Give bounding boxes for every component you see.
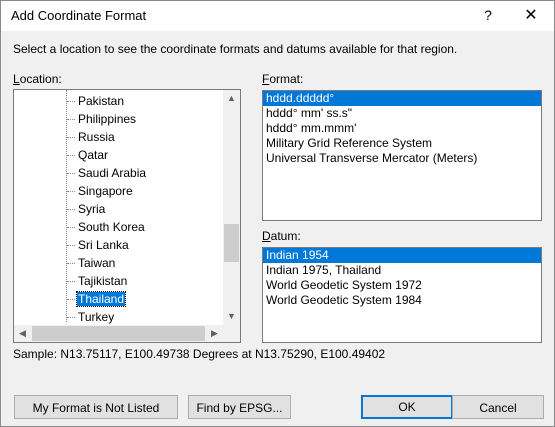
vertical-scroll-thumb[interactable] (224, 224, 239, 262)
location-tree-item[interactable]: Saudi Arabia (14, 164, 223, 182)
location-tree-item-label: Pakistan (78, 94, 125, 108)
tree-branch-line (67, 137, 75, 138)
location-tree-item-label: Syria (78, 202, 106, 216)
tree-branch-line (67, 245, 75, 246)
datum-list-item[interactable]: Indian 1975, Thailand (263, 263, 541, 278)
title-bar: Add Coordinate Format ? ✕ (1, 1, 554, 31)
location-tree-item[interactable]: Singapore (14, 182, 223, 200)
location-vertical-scrollbar[interactable]: ▲ ▼ (223, 90, 240, 325)
tree-branch-line (67, 155, 75, 156)
location-tree-item[interactable]: Tajikistan (14, 272, 223, 290)
tree-branch-line (67, 263, 75, 264)
location-tree-item-label: Saudi Arabia (78, 166, 147, 180)
tree-branch-line (67, 173, 75, 174)
location-tree-item-label: Taiwan (78, 256, 116, 270)
location-tree-item[interactable]: Turkey (14, 308, 223, 326)
tree-branch-line (67, 281, 75, 282)
datum-list-item[interactable]: World Geodetic System 1972 (263, 278, 541, 293)
dialog-title: Add Coordinate Format (11, 8, 147, 23)
location-horizontal-scrollbar[interactable]: ◀ ▶ (14, 325, 223, 342)
add-coordinate-format-dialog: Add Coordinate Format ? ✕ Select a locat… (0, 0, 555, 427)
location-tree-item[interactable]: Qatar (14, 146, 223, 164)
scroll-right-arrow-icon[interactable]: ▶ (206, 325, 223, 342)
location-tree-item-label: South Korea (78, 220, 145, 234)
tree-branch-line (67, 299, 75, 300)
close-button[interactable]: ✕ (511, 1, 551, 31)
tree-branch-line (67, 227, 75, 228)
location-tree[interactable]: Pakistan Philippines Russia Qatar Saudi Arab… (13, 89, 241, 343)
location-tree-item-label: Sri Lanka (78, 238, 129, 252)
location-tree-item-label: Russia (78, 130, 115, 144)
find-by-epsg-button[interactable]: Find by EPSG... (188, 395, 291, 419)
tree-branch-line (67, 209, 75, 210)
location-tree-item-label: Thailand (75, 291, 127, 307)
scroll-down-arrow-icon[interactable]: ▼ (223, 308, 240, 325)
location-tree-item[interactable]: Thailand (14, 290, 223, 308)
location-tree-item[interactable]: Sri Lanka (14, 236, 223, 254)
location-tree-item[interactable]: Syria (14, 200, 223, 218)
datum-label: Datum: (262, 229, 301, 243)
format-list-item[interactable]: hddd° mm' ss.s" (263, 106, 541, 121)
tree-branch-line (67, 119, 75, 120)
datum-list-item[interactable]: World Geodetic System 1984 (263, 293, 541, 308)
format-list-item[interactable]: hddd° mm.mmm' (263, 121, 541, 136)
format-list-item[interactable]: Military Grid Reference System (263, 136, 541, 151)
ok-button[interactable]: OK (361, 395, 453, 419)
location-tree-item[interactable]: South Korea (14, 218, 223, 236)
location-tree-item-label: Qatar (78, 148, 109, 162)
location-tree-item[interactable]: Russia (14, 128, 223, 146)
format-list-item[interactable]: hddd.ddddd° (263, 91, 541, 106)
scroll-left-arrow-icon[interactable]: ◀ (14, 325, 31, 342)
location-label: Location: (13, 72, 62, 86)
scrollbar-corner (223, 325, 240, 342)
location-tree-items: Pakistan Philippines Russia Qatar Saudi Arab… (14, 92, 223, 326)
datum-listbox[interactable]: Indian 1954 Indian 1975, Thailand World Ge… (262, 247, 542, 343)
location-tree-item[interactable]: Taiwan (14, 254, 223, 272)
tree-branch-line (67, 191, 75, 192)
location-tree-item-label: Turkey (78, 310, 115, 324)
location-tree-item-label: Singapore (78, 184, 133, 198)
datum-list-item[interactable]: Indian 1954 (263, 248, 541, 263)
horizontal-scroll-thumb[interactable] (32, 326, 205, 341)
format-list-item[interactable]: Universal Transverse Mercator (Meters) (263, 151, 541, 166)
location-tree-item-label: Philippines (78, 112, 137, 126)
location-tree-item-label: Tajikistan (78, 274, 128, 288)
location-tree-item[interactable]: Philippines (14, 110, 223, 128)
instructions-text: Select a location to see the coordinate … (13, 42, 458, 56)
format-listbox[interactable]: hddd.ddddd° hddd° mm' ss.s" hddd° mm.mmm' M… (262, 90, 542, 221)
tree-branch-line (67, 317, 75, 318)
tree-branch-line (67, 101, 75, 102)
my-format-not-listed-button[interactable]: My Format is Not Listed (14, 395, 178, 419)
sample-text: Sample: N13.75117, E100.49738 Degrees at… (13, 347, 386, 361)
help-button[interactable]: ? (468, 1, 508, 31)
format-label: Format: (262, 72, 304, 86)
scroll-up-arrow-icon[interactable]: ▲ (223, 90, 240, 107)
location-tree-item[interactable]: Pakistan (14, 92, 223, 110)
cancel-button[interactable]: Cancel (452, 395, 544, 419)
